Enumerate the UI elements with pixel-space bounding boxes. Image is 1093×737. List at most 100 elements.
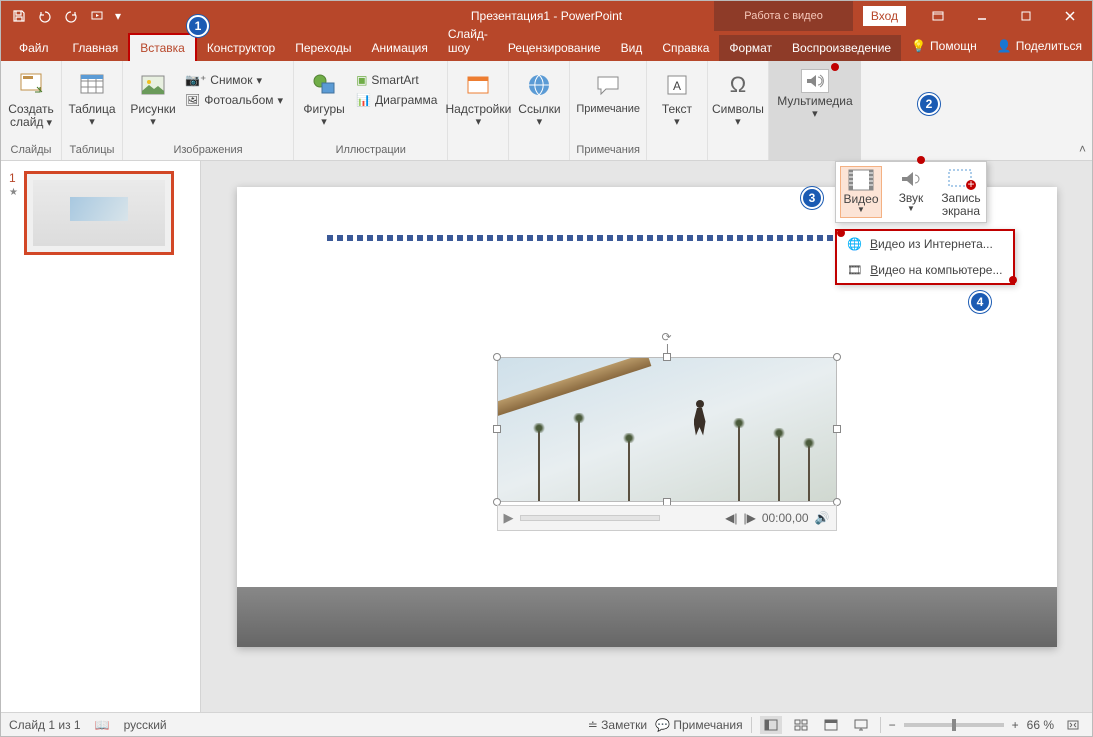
addins-button[interactable]: Надстройки▾ [454,67,502,130]
screen-record-button[interactable]: + Запись экрана [940,166,982,218]
video-menu-button[interactable]: Видео▼ [840,166,882,218]
photo-album-button[interactable]: 🖼Фотоальбом ▾ [181,91,287,109]
tab-help[interactable]: Справка [652,35,719,61]
video-object[interactable]: ⟳ [497,357,837,502]
tab-view[interactable]: Вид [611,35,653,61]
screenshot-button[interactable]: 📷⁺Снимок ▾ [181,71,287,89]
online-video-label: Видео из Интернета... [870,237,993,251]
annotation-dot [831,63,839,71]
fit-to-window-button[interactable] [1062,716,1084,734]
ribbon-display-options[interactable] [916,1,960,31]
save-button[interactable] [7,4,31,28]
links-button[interactable]: Ссылки▾ [515,67,563,130]
resize-handle-ne[interactable] [833,353,841,361]
resize-handle-nw[interactable] [493,353,501,361]
play-button[interactable]: ▶ [504,510,514,526]
tab-transitions[interactable]: Переходы [285,35,361,61]
video-preview [498,358,836,501]
login-button[interactable]: Вход [863,6,906,26]
collapse-ribbon-button[interactable]: ˄ [1079,142,1086,156]
group-illustrations: Фигуры▾ ▣SmartArt 📊Диаграмма Иллюстрации [294,61,448,160]
tab-design[interactable]: Конструктор [197,35,285,61]
shapes-button[interactable]: Фигуры▾ [300,67,348,130]
table-button[interactable]: Таблица▾ [68,67,116,130]
zoom-out-button[interactable]: − [889,718,896,732]
tab-format[interactable]: Формат [719,35,782,61]
group-slides: Создать слайд ▾ Слайды [1,61,62,160]
thumb-number: 1 [9,171,18,185]
resize-handle-e[interactable] [833,425,841,433]
link-icon [523,69,555,101]
tab-insert[interactable]: Вставка [128,33,197,61]
context-tab-label: Работа с видео [714,1,853,31]
thumbnail-1[interactable]: 1 ★ [9,171,192,255]
time-display: 00:00,00 [762,511,809,525]
table-label: Таблица▾ [68,103,115,128]
speaker-icon [801,69,829,93]
online-video-menu-item[interactable]: 🌐 Видео из Интернета... [837,231,1013,257]
zoom-in-button[interactable]: + [1012,718,1019,732]
tab-animation[interactable]: Анимация [362,35,438,61]
seek-track[interactable] [520,515,660,521]
annotation-dot [837,229,845,237]
slide-indicator[interactable]: Слайд 1 из 1 [9,718,81,732]
group-slides-label: Слайды [11,144,52,158]
chart-button[interactable]: 📊Диаграмма [352,91,441,109]
smartart-button[interactable]: ▣SmartArt [352,71,441,89]
new-slide-label: Создать слайд ▾ [8,103,54,129]
slide-thumbnails-panel[interactable]: 1 ★ [1,161,201,712]
step-forward-button[interactable]: |▶ [743,511,755,525]
tell-me-label: Помощн [930,39,977,53]
qat-more-button[interactable]: ▾ [111,4,125,28]
titlebar-right: Работа с видео Вход [714,1,1092,31]
animation-indicator-icon: ★ [9,187,18,198]
normal-view-button[interactable] [760,716,782,734]
step-back-button[interactable]: ◀| [725,511,737,525]
slideshow-view-button[interactable] [850,716,872,734]
media-label: Мультимедиа▾ [777,95,852,120]
chart-icon: 📊 [356,93,371,107]
symbols-button[interactable]: Ω Символы▾ [714,67,762,130]
notes-button[interactable]: ≐ Заметки [588,718,647,732]
pictures-button[interactable]: Рисунки▾ [129,67,177,130]
sorter-view-button[interactable] [790,716,812,734]
comment-button[interactable]: Примечание [584,67,632,117]
resize-handle-n[interactable] [663,353,671,361]
annotation-dot [917,156,925,164]
speaker-icon [896,166,926,192]
reading-view-button[interactable] [820,716,842,734]
media-button[interactable]: Мультимедиа▾ [775,67,855,122]
close-button[interactable] [1048,1,1092,31]
start-from-beginning-button[interactable] [85,4,109,28]
resize-handle-w[interactable] [493,425,501,433]
group-media: Мультимедиа▾ [769,61,861,160]
tab-review[interactable]: Рецензирование [498,35,611,61]
film-icon: 🎞 [847,263,862,277]
new-slide-button[interactable]: Создать слайд ▾ [7,67,55,131]
zoom-slider[interactable] [904,723,1004,727]
tab-home[interactable]: Главная [63,35,129,61]
quick-access-toolbar: ▾ [1,4,125,28]
group-images-label: Изображения [173,144,242,158]
bulb-icon: 💡 [911,39,926,53]
zoom-level[interactable]: 66 % [1027,718,1054,732]
comments-button[interactable]: 💬 Примечания [655,718,743,732]
tab-playback[interactable]: Воспроизведение [782,35,901,61]
thumbnail-image[interactable] [24,171,174,255]
share-button[interactable]: 👤Поделиться [987,31,1092,61]
text-button[interactable]: A Текст▾ [653,67,701,130]
volume-button[interactable]: 🔊 [815,511,830,525]
rotate-handle[interactable]: ⟳ [661,330,671,344]
tell-me-button[interactable]: 💡 Помощн [901,31,987,61]
annotation-marker-1: 1 [187,15,209,37]
tab-file[interactable]: Файл [5,35,63,61]
tab-slideshow[interactable]: Слайд-шоу [438,21,498,61]
video-on-pc-menu-item[interactable]: 🎞 Видео на компьютере... [837,257,1013,283]
maximize-button[interactable] [1004,1,1048,31]
audio-menu-button[interactable]: Звук▼ [890,166,932,218]
redo-button[interactable] [59,4,83,28]
undo-button[interactable] [33,4,57,28]
spellcheck-icon[interactable]: 📖 [95,718,110,732]
minimize-button[interactable] [960,1,1004,31]
language-indicator[interactable]: русский [124,718,167,732]
